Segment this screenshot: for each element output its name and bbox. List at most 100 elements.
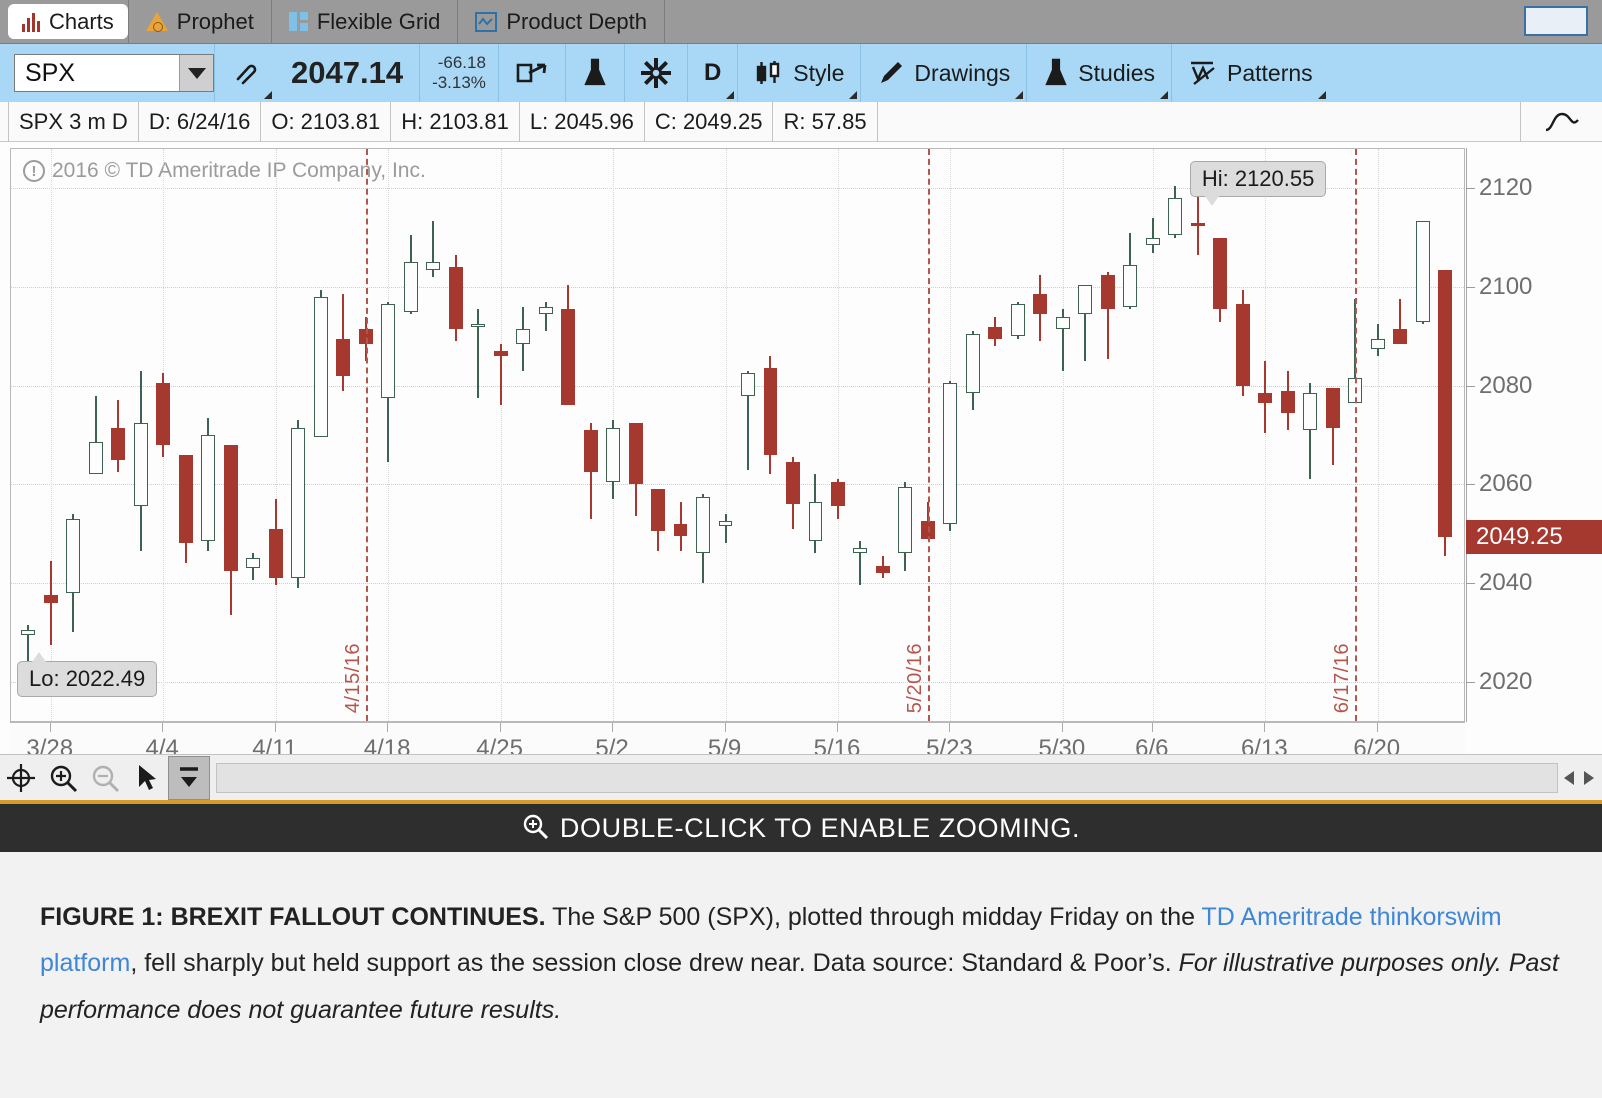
gear-icon[interactable] (625, 44, 687, 102)
caption-text-2: , fell sharply but held support as the s… (130, 949, 1179, 978)
tab-product-depth[interactable]: Product Depth (458, 0, 665, 43)
ohlc-info-bar: SPX 3 m D D: 6/24/16 O: 2103.81 H: 2103.… (0, 101, 1602, 142)
candlestick (88, 149, 103, 721)
enable-zoom-banner[interactable]: DOUBLE-CLICK TO ENABLE ZOOMING. (0, 800, 1602, 852)
candlestick (1055, 149, 1070, 721)
candlestick (448, 149, 463, 721)
candlestick (786, 149, 800, 721)
date-tick (1061, 723, 1063, 732)
scroll-arrows (1564, 770, 1602, 785)
date-tick (1151, 723, 1153, 732)
change-absolute: -66.18 (437, 53, 486, 73)
date-tick (1376, 723, 1378, 732)
candlestick (943, 149, 958, 721)
cursor-arrow-icon[interactable] (126, 756, 168, 800)
candlestick (718, 149, 733, 721)
candlestick (493, 149, 508, 721)
style-label: Style (793, 59, 845, 86)
bar-chart-icon (22, 12, 40, 32)
price-axis[interactable]: 2120 2100 2080 2060 2040 2020 2049.25 (1466, 148, 1602, 722)
candlestick (1100, 149, 1115, 721)
style-menu[interactable]: Style (738, 44, 860, 102)
candlestick (516, 149, 531, 721)
candlestick (1078, 149, 1093, 721)
symbol-input[interactable]: SPX (14, 54, 214, 92)
figure-title: FIGURE 1: BREXIT FALLOUT CONTINUES. (40, 903, 546, 931)
candlestick (21, 149, 36, 721)
price-tick-label: 2100 (1479, 273, 1533, 301)
tab-charts-label: Charts (49, 8, 114, 34)
ohlc-close: C: 2049.25 (645, 101, 774, 142)
chart-area[interactable]: ! 2016 © TD Ameritrade IP Company, Inc. … (0, 142, 1602, 766)
chart-scrollbar[interactable] (216, 762, 1558, 793)
enable-zoom-label: DOUBLE-CLICK TO ENABLE ZOOMING. (559, 812, 1081, 843)
ohlc-high: H: 2103.81 (391, 101, 520, 142)
tab-flexible-grid[interactable]: Flexible Grid (272, 0, 459, 43)
candlestick (291, 149, 306, 721)
price-tick-label: 2080 (1479, 371, 1533, 399)
tab-charts[interactable]: Charts (8, 4, 128, 39)
candlestick-plot[interactable]: ! 2016 © TD Ameritrade IP Company, Inc. … (10, 148, 1465, 722)
candlestick (651, 149, 665, 721)
date-tick (612, 723, 614, 732)
drawings-menu[interactable]: Drawings (861, 44, 1026, 102)
tab-bar-spacer (665, 0, 1524, 43)
candlestick (673, 149, 688, 721)
chevron-down-icon[interactable] (179, 55, 213, 91)
window-control-box[interactable] (1524, 6, 1588, 36)
date-marker-label: 6/17/16 (1331, 642, 1354, 713)
candlestick (1415, 149, 1430, 721)
zoom-out-icon[interactable] (84, 756, 126, 800)
ohlc-symbol: SPX 3 m D (8, 101, 139, 142)
fit-chart-icon[interactable] (168, 755, 210, 800)
crosshair-icon[interactable] (0, 756, 42, 800)
price-change: -66.18 -3.13% (420, 53, 498, 92)
candlestick (538, 149, 553, 721)
candlestick (606, 149, 620, 721)
high-callout: Hi: 2120.55 (1189, 161, 1327, 206)
tab-prophet[interactable]: Prophet (129, 0, 272, 43)
timeframe-selector[interactable]: D (688, 44, 737, 102)
candlestick (808, 149, 823, 721)
candlestick (1145, 149, 1160, 721)
symbol-value: SPX (25, 58, 76, 87)
drawings-label: Drawings (914, 59, 1011, 86)
candlestick (741, 149, 755, 721)
symbol-quote-toolbar: SPX 2047.14 -66.18 -3.13% D Style Drawin… (0, 44, 1602, 102)
candlestick (133, 149, 148, 721)
candlestick (1033, 149, 1048, 721)
paperclip-icon[interactable] (215, 44, 275, 102)
candlestick (875, 149, 890, 721)
date-marker-label: 5/20/16 (903, 642, 926, 713)
candlestick (471, 149, 486, 721)
triangle-warning-icon (145, 12, 168, 32)
date-marker-line (365, 149, 368, 721)
candlestick (268, 149, 283, 721)
date-tick (387, 723, 389, 732)
candlestick (381, 149, 396, 721)
depth-wave-icon (475, 11, 498, 32)
zoom-in-icon[interactable] (42, 756, 84, 800)
date-marker-line (1355, 149, 1358, 721)
tab-flexible-grid-label: Flexible Grid (316, 8, 441, 34)
candlestick (1168, 149, 1183, 721)
candlestick (988, 149, 1003, 721)
candlestick (403, 149, 418, 721)
candlestick (313, 149, 328, 721)
timeframe-label: D (703, 59, 722, 86)
scroll-left-icon[interactable] (1564, 770, 1574, 785)
ohlc-low: L: 2045.96 (520, 101, 645, 142)
candlestick (43, 149, 58, 721)
flask-icon[interactable] (566, 44, 624, 102)
candlestick (223, 149, 238, 721)
share-arrow-icon[interactable] (499, 44, 565, 102)
candlestick (1258, 149, 1273, 721)
patterns-menu[interactable]: Patterns (1172, 44, 1329, 102)
date-tick (1264, 723, 1266, 732)
price-tick (1466, 287, 1475, 289)
scroll-right-icon[interactable] (1584, 770, 1594, 785)
drawing-tool-icon[interactable] (1520, 101, 1602, 142)
studies-menu[interactable]: Studies (1027, 44, 1171, 102)
date-tick (949, 723, 951, 732)
tab-product-depth-label: Product Depth (506, 8, 647, 34)
